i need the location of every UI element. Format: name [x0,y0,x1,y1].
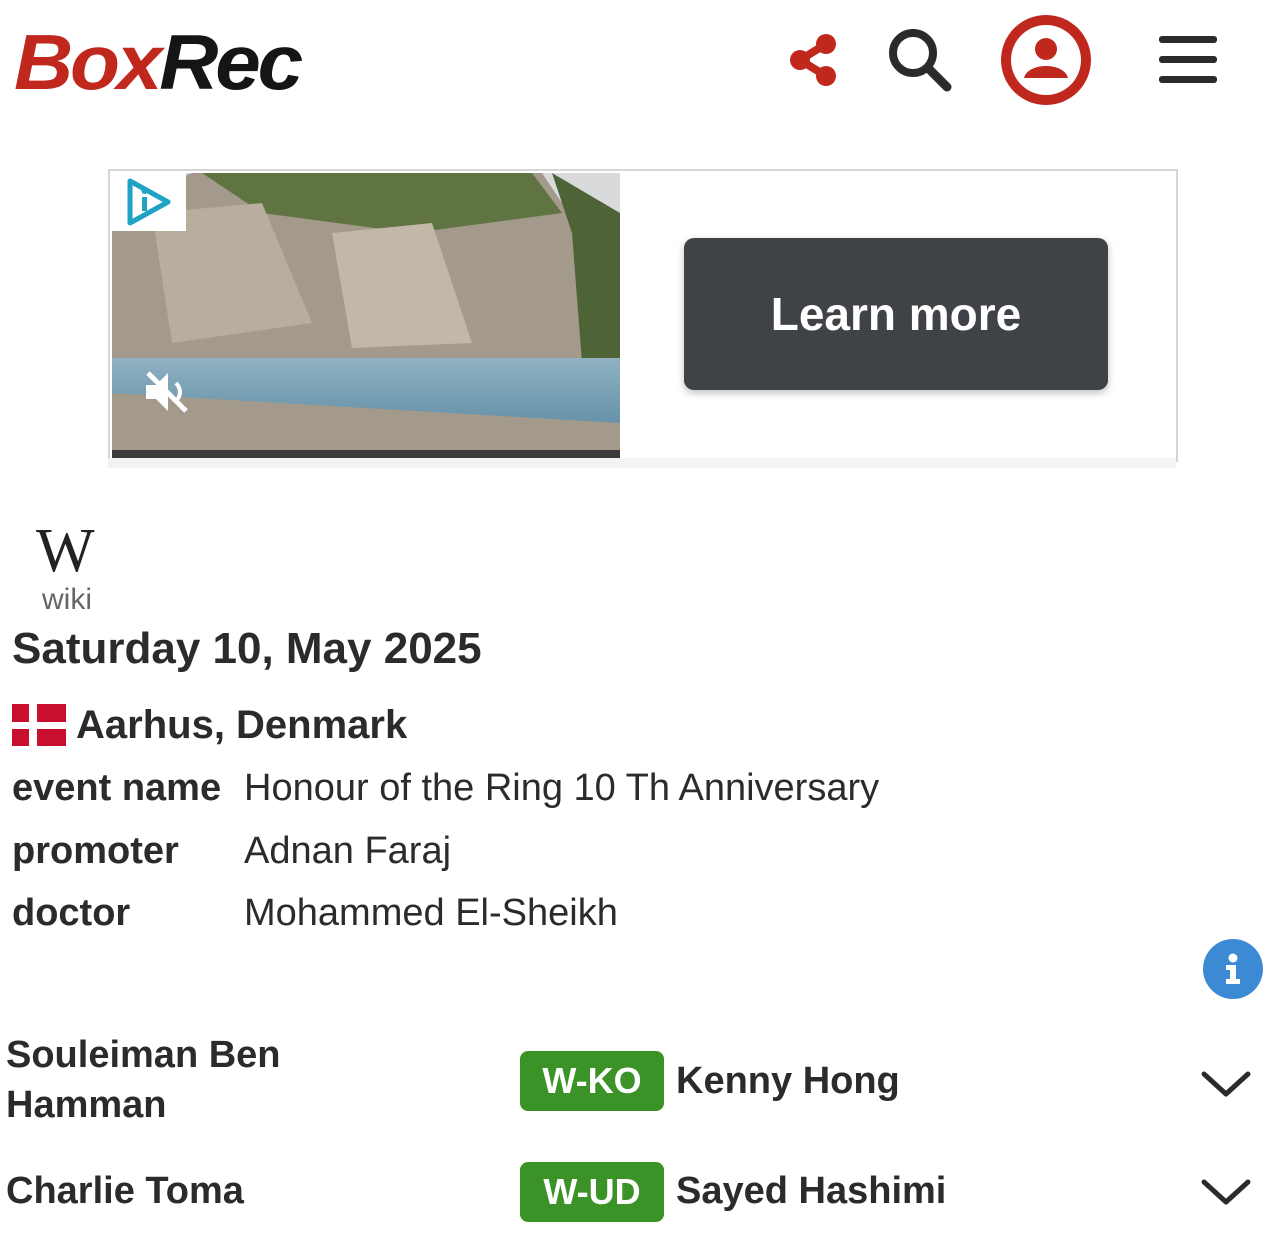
doctor-label: doctor [12,892,131,934]
fighter-a-name[interactable]: Charlie Toma [6,1166,244,1216]
mute-icon[interactable] [140,365,194,424]
learn-more-button[interactable]: Learn more [684,238,1108,390]
fighter-b-name[interactable]: Kenny Hong [676,1056,900,1106]
event-name-value: Honour of the Ring 10 Th Anniversary [244,767,880,809]
ad-banner[interactable]: Learn more [108,169,1178,462]
promoter-value[interactable]: Adnan Faraj [244,827,451,875]
share-icon[interactable] [766,12,862,108]
bout-row[interactable]: Charlie Toma W-UD Sayed Hashimi [0,1150,1284,1240]
result-badge: W-KO [520,1051,664,1111]
result-badge: W-UD [520,1162,664,1222]
promoter-label: promoter [12,830,179,872]
search-icon[interactable] [872,12,968,108]
logo-rec-text: Rec [159,18,303,106]
doctor-value[interactable]: Mohammed El-Sheikh [244,889,618,937]
fighter-b-name[interactable]: Sayed Hashimi [676,1166,946,1216]
event-location[interactable]: Aarhus, Denmark [76,700,407,750]
fighter-a-name[interactable]: Souleiman Ben Hamman [6,1030,281,1130]
logo-box-text: Box [14,18,162,106]
wiki-logo[interactable]: W [36,518,95,584]
info-icon[interactable] [1203,939,1263,999]
ad-video-image[interactable] [112,173,620,458]
bout-row[interactable]: Souleiman Ben Hamman W-KO Kenny Hong [0,1026,1284,1142]
boxrec-logo[interactable]: BoxRec [14,14,303,110]
denmark-flag-icon [12,704,66,746]
ad-divider [108,458,1176,468]
ad-progress-bar [112,450,620,458]
menu-icon[interactable] [1140,12,1236,108]
wiki-label[interactable]: wiki [42,582,92,618]
adchoices-icon[interactable] [112,173,186,231]
chevron-down-icon[interactable] [1196,1064,1256,1104]
chevron-down-icon[interactable] [1196,1172,1256,1212]
event-name-label: event name [12,767,222,809]
user-icon[interactable] [998,12,1094,108]
event-date: Saturday 10, May 2025 [12,624,482,673]
